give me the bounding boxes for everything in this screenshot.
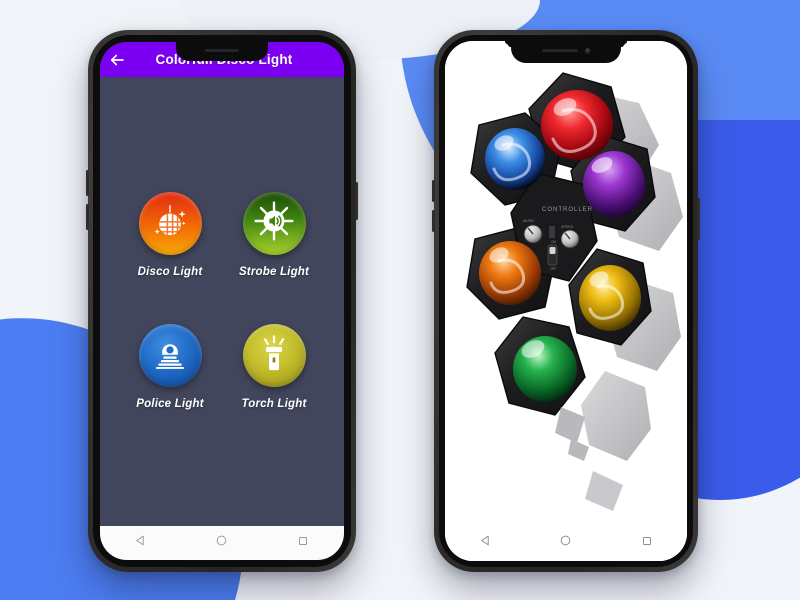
nav-recents-button[interactable] xyxy=(286,526,320,560)
android-navbar xyxy=(100,526,344,560)
front-camera xyxy=(584,47,591,54)
volume-down-button[interactable] xyxy=(86,204,89,230)
right-phone-screen: CONTROLLER MUSIC SPEED ON OFF xyxy=(445,41,687,561)
phone-notch xyxy=(511,41,621,63)
mode-strobe-light[interactable]: Strobe Light xyxy=(222,192,326,278)
android-navbar xyxy=(445,525,687,561)
left-phone-screen: Colorfull Disco Light xyxy=(100,42,344,560)
recents-square-icon xyxy=(641,534,653,552)
back-triangle-icon xyxy=(134,534,147,552)
mode-label: Disco Light xyxy=(137,266,203,278)
left-phone-mockup: Colorfull Disco Light xyxy=(86,30,358,572)
police-light-orb[interactable] xyxy=(138,324,202,387)
mode-police-light[interactable]: Police Light xyxy=(118,324,222,410)
right-volume-up-button[interactable] xyxy=(432,180,435,202)
mode-label: Torch Light xyxy=(241,398,307,410)
right-phone-mockup: CONTROLLER MUSIC SPEED ON OFF xyxy=(432,30,700,572)
nav-home-button[interactable] xyxy=(549,526,583,560)
nav-back-button[interactable] xyxy=(468,526,502,560)
back-button[interactable] xyxy=(100,42,134,77)
strobe-light-orb[interactable] xyxy=(242,192,306,255)
nav-home-button[interactable] xyxy=(205,526,239,560)
product-photo: CONTROLLER MUSIC SPEED ON OFF xyxy=(445,41,687,561)
back-triangle-icon xyxy=(479,534,492,552)
torch-light-orb[interactable] xyxy=(242,324,306,387)
mode-label: Strobe Light xyxy=(238,266,310,278)
home-circle-icon xyxy=(215,534,228,552)
svg-text:OFF: OFF xyxy=(550,267,556,271)
svg-text:SPEED: SPEED xyxy=(561,225,574,229)
power-button[interactable] xyxy=(355,182,358,220)
arrow-left-icon xyxy=(108,51,126,69)
nav-recents-button[interactable] xyxy=(630,526,664,560)
light-mode-grid: Disco Light Strobe Light Police Light To… xyxy=(100,192,344,410)
volume-up-button[interactable] xyxy=(86,170,89,196)
recents-square-icon xyxy=(297,534,309,552)
mockup-scene: Colorfull Disco Light xyxy=(0,0,800,600)
mode-disco-light[interactable]: Disco Light xyxy=(118,192,222,278)
strobe-speaker-icon xyxy=(252,199,296,248)
right-power-button[interactable] xyxy=(697,198,700,240)
police-beacon-icon xyxy=(149,332,191,379)
right-volume-down-button[interactable] xyxy=(432,210,435,232)
home-circle-icon xyxy=(559,534,572,552)
earpiece-speaker xyxy=(205,49,239,52)
disco-light-orb[interactable] xyxy=(138,192,202,255)
controller-label-text: CONTROLLER xyxy=(542,207,593,213)
earpiece-speaker xyxy=(541,48,578,53)
mode-torch-light[interactable]: Torch Light xyxy=(222,324,326,410)
svg-text:ON: ON xyxy=(551,240,556,244)
mode-label: Police Light xyxy=(136,398,204,410)
flashlight-icon xyxy=(254,333,294,378)
disco-ball-icon xyxy=(150,201,190,246)
waterdrop-notch xyxy=(176,42,268,61)
nav-back-button[interactable] xyxy=(124,526,158,560)
svg-text:MUSIC: MUSIC xyxy=(523,219,535,223)
